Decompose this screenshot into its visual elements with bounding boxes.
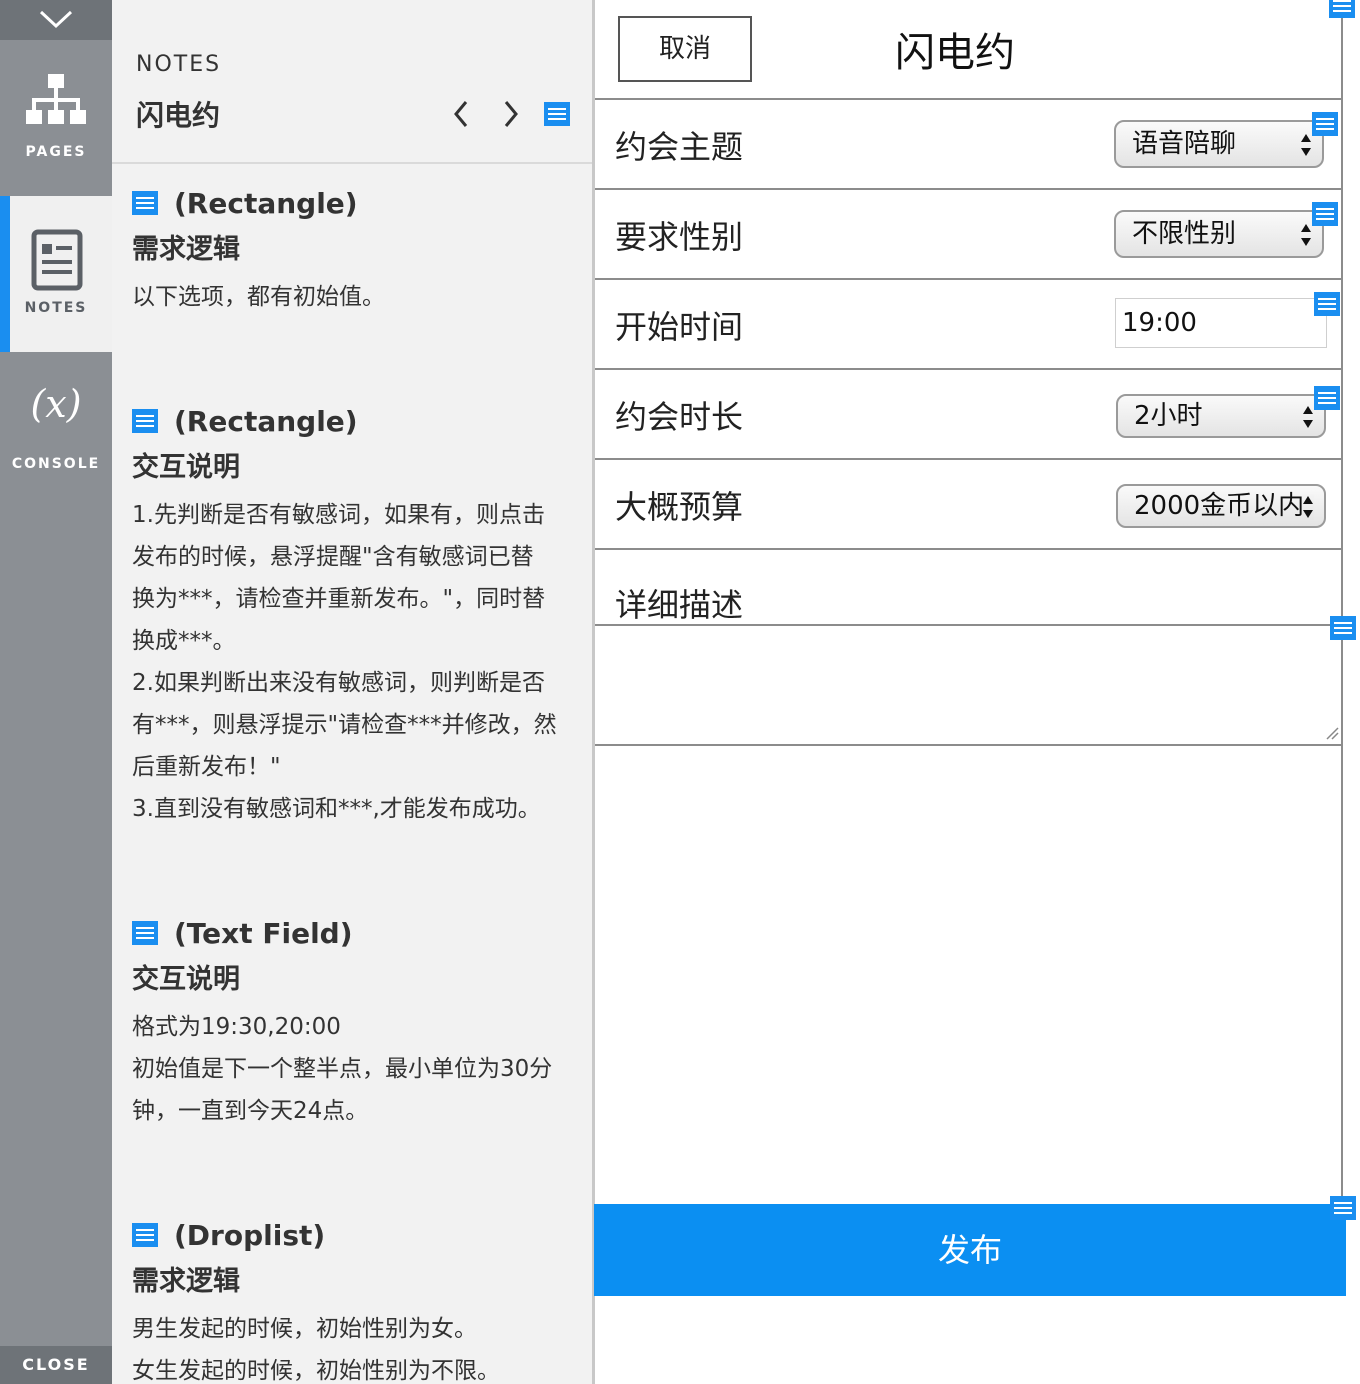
prototype-frame: 取消 闪电约 约会主题 语音陪聊 要求性别 不限性别 开始时间 19:00 约会… (595, 0, 1343, 1296)
select-value: 不限性别 (1132, 219, 1237, 249)
form-row-budget: 大概预算 2000金币以内 (595, 460, 1343, 550)
tab-notes[interactable]: NOTES (0, 196, 112, 352)
note-heading: 需求逻辑 (132, 234, 240, 265)
note-body: 以下选项，都有初始值。 (132, 284, 385, 310)
note-heading: 交互说明 (132, 452, 240, 483)
select-arrows-icon (1302, 494, 1314, 520)
note-heading: 需求逻辑 (132, 1266, 240, 1297)
variable-icon: (x) (30, 382, 82, 426)
note-heading: 交互说明 (132, 964, 240, 995)
prototype-canvas: 取消 闪电约 约会主题 语音陪聊 要求性别 不限性别 开始时间 19:00 约会… (594, 0, 1360, 1384)
gender-select[interactable]: 不限性别 (1114, 210, 1324, 258)
list-icon[interactable] (544, 102, 570, 126)
select-value: 2小时 (1134, 401, 1203, 431)
note-item: (Rectangle) 需求逻辑 以下选项，都有初始值。 (132, 186, 582, 318)
note-badge-icon[interactable] (1314, 292, 1340, 316)
row-label: 约会主题 (615, 128, 744, 166)
form-row-start-time: 开始时间 19:00 (595, 280, 1343, 370)
note-widget-type: (Text Field) (174, 916, 353, 950)
note-body: 男生发起的时候，初始性别为女。 女生发起的时候，初始性别为不限。 (132, 1316, 500, 1384)
note-icon[interactable] (132, 409, 158, 433)
tab-console[interactable]: (x) CONSOLE (0, 352, 112, 508)
note-body: 格式为19:30,20:00 初始值是下一个整半点，最小单位为30分 钟，一直到… (132, 1014, 553, 1124)
select-value: 2000金币以内 (1134, 491, 1305, 521)
note-badge-icon[interactable] (1312, 202, 1338, 226)
note-badge-icon[interactable] (1330, 616, 1356, 640)
chevron-left-icon[interactable] (448, 98, 476, 130)
page-title: 闪电约 (136, 99, 221, 132)
start-time-field[interactable]: 19:00 (1115, 298, 1327, 348)
tab-pages-label: PAGES (25, 144, 87, 160)
sidebar-rail: PAGES NOTES (x) CONSOLE CLOSE (0, 0, 112, 1384)
note-badge-icon[interactable] (1314, 386, 1340, 410)
note-widget-type: (Droplist) (174, 1218, 326, 1252)
prototype-header: 取消 闪电约 (595, 0, 1343, 100)
row-label: 大概预算 (615, 488, 744, 526)
tab-notes-label: NOTES (24, 300, 88, 316)
tab-pages[interactable]: PAGES (0, 40, 112, 196)
chevron-right-icon[interactable] (496, 98, 524, 130)
duration-select[interactable]: 2小时 (1116, 394, 1326, 438)
select-arrows-icon (1303, 406, 1313, 428)
row-label: 开始时间 (615, 308, 744, 346)
tab-console-label: CONSOLE (11, 456, 101, 472)
select-arrows-icon (1301, 134, 1311, 156)
row-label: 要求性别 (615, 218, 744, 256)
form-row-topic: 约会主题 语音陪聊 (595, 100, 1343, 190)
publish-button[interactable]: 发布 (594, 1204, 1346, 1296)
collapse-button[interactable] (0, 0, 112, 40)
prototype-title: 闪电约 (895, 30, 1015, 76)
select-arrows-icon (1301, 224, 1311, 246)
note-widget-type: (Rectangle) (174, 404, 358, 438)
note-item: (Rectangle) 交互说明 1.先判断是否有敏感词，如果有，则点击 发布的… (132, 404, 582, 830)
note-icon[interactable] (132, 921, 158, 945)
note-widget-type: (Rectangle) (174, 186, 358, 220)
notes-header: NOTES 闪电约 (112, 0, 592, 164)
form-row-gender: 要求性别 不限性别 (595, 190, 1343, 280)
description-textarea[interactable] (595, 624, 1343, 746)
select-value: 语音陪聊 (1132, 129, 1237, 159)
note-badge-icon[interactable] (1312, 112, 1338, 136)
row-label: 约会时长 (615, 398, 744, 436)
document-icon (31, 229, 83, 291)
note-item: (Droplist) 需求逻辑 男生发起的时候，初始性别为女。 女生发起的时候，… (132, 1218, 582, 1384)
sitemap-icon (26, 74, 86, 124)
cancel-button[interactable]: 取消 (618, 16, 752, 82)
notes-panel: NOTES 闪电约 (Rectangle) 需求逻辑 以下选项，都有初始值。 (… (112, 0, 592, 1384)
note-body: 1.先判断是否有敏感词，如果有，则点击 发布的时候，悬浮提醒"含有敏感词已替 换… (132, 502, 557, 822)
note-badge-icon[interactable] (1330, 1196, 1356, 1220)
form-row-duration: 约会时长 2小时 (595, 370, 1343, 460)
note-item: (Text Field) 交互说明 格式为19:30,20:00 初始值是下一个… (132, 916, 582, 1132)
resize-grip-icon[interactable] (1325, 726, 1339, 740)
topic-select[interactable]: 语音陪聊 (1114, 120, 1324, 168)
description-label: 详细描述 (615, 586, 744, 624)
note-badge-icon[interactable] (1329, 0, 1355, 18)
close-button[interactable]: CLOSE (0, 1346, 112, 1384)
chevron-down-icon (39, 10, 73, 29)
note-icon[interactable] (132, 1223, 158, 1247)
note-icon[interactable] (132, 191, 158, 215)
budget-select[interactable]: 2000金币以内 (1116, 484, 1326, 528)
notes-caption: NOTES (136, 52, 222, 77)
